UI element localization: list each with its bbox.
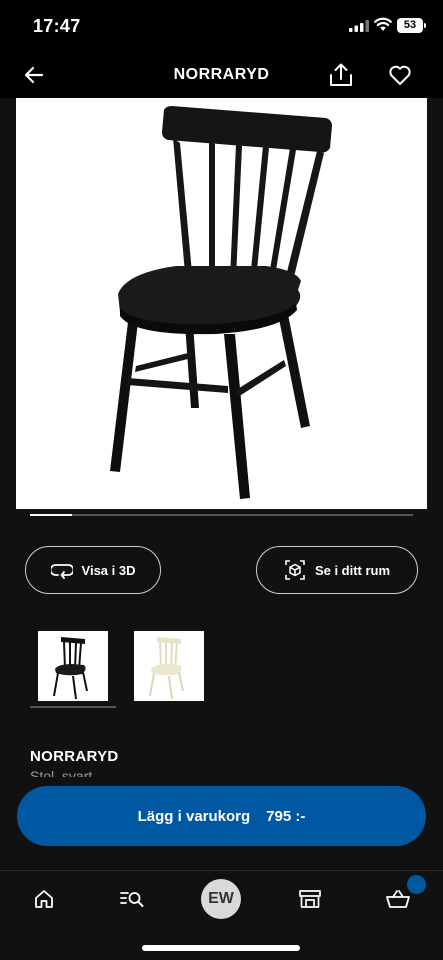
image-carousel-indicator[interactable] — [30, 514, 413, 516]
view-in-room-label: Se i ditt rum — [314, 562, 391, 578]
ar-cube-icon — [285, 560, 305, 580]
chair-black-thumbnail-image — [53, 637, 88, 699]
tab-search[interactable] — [117, 883, 149, 915]
carousel-position — [30, 514, 72, 516]
add-to-cart-button[interactable]: Lägg i varukorg 795 :- — [17, 786, 426, 846]
basket-icon — [386, 890, 410, 908]
nav-bar: NORRARYD — [0, 52, 443, 98]
variant-black-thumbnail[interactable] — [38, 631, 108, 701]
battery-indicator: 53 — [397, 18, 427, 33]
heart-icon[interactable] — [388, 63, 412, 87]
rotate-3d-icon — [50, 564, 73, 579]
cart-count-badge — [407, 875, 426, 894]
share-icon[interactable] — [328, 62, 354, 88]
search-list-icon — [120, 892, 144, 907]
chair-illustration — [110, 106, 332, 499]
product-image[interactable] — [16, 98, 427, 509]
home-indicator[interactable] — [142, 945, 300, 951]
view-3d-button[interactable]: Visa i 3D — [25, 546, 161, 594]
selected-variant-indicator — [30, 706, 116, 708]
store-icon — [299, 890, 321, 908]
product-description: Stol, svart — [30, 768, 93, 777]
battery-tip — [424, 23, 426, 28]
status-bar: 17:47 53 — [0, 0, 443, 52]
add-to-cart-label: Lägg i varukorg — [137, 807, 251, 825]
product-price: 795 :- — [266, 807, 306, 825]
home-icon — [35, 890, 53, 908]
battery-level: 53 — [397, 18, 423, 33]
wifi-icon — [374, 17, 392, 31]
page-title: NORRARYD — [173, 66, 270, 83]
product-name: NORRARYD — [30, 748, 119, 765]
status-time: 17:47 — [33, 16, 81, 36]
tab-store[interactable] — [294, 883, 326, 915]
variant-white-thumbnail[interactable] — [134, 631, 204, 701]
chair-white-thumbnail-image — [149, 637, 184, 699]
tab-home[interactable] — [28, 883, 60, 915]
tab-account-avatar[interactable]: EW — [201, 879, 241, 919]
view-3d-label: Visa i 3D — [81, 562, 136, 578]
cellular-signal-icon — [349, 20, 369, 32]
view-in-room-button[interactable]: Se i ditt rum — [256, 546, 418, 594]
